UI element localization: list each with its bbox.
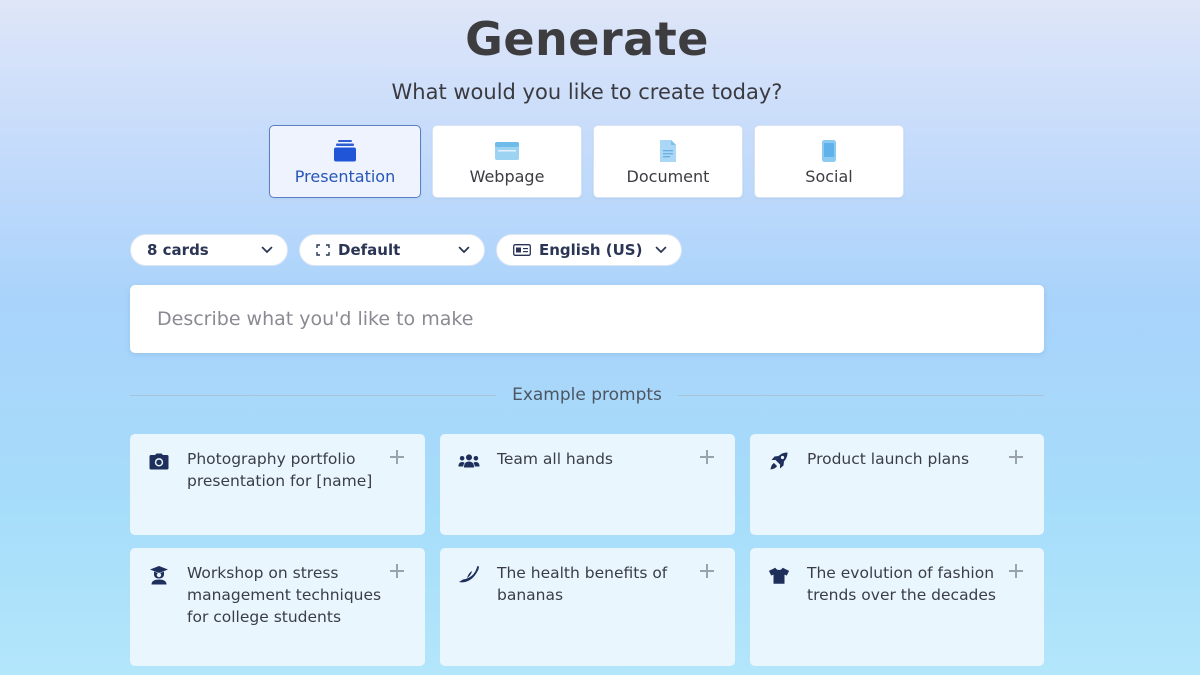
rocket-icon [768,451,790,471]
theme-value: Default [338,241,401,259]
page-subtitle: What would you like to create today? [391,80,783,104]
example-prompts-grid: Photography portfolio presentation for [… [130,434,1044,666]
divider-line [677,394,1044,396]
chevron-down-icon [655,246,667,254]
divider-line [130,394,497,396]
type-document-button[interactable]: Document [593,125,743,198]
chevron-down-icon [261,246,273,254]
plus-icon[interactable] [1008,563,1024,579]
aspect-ratio-icon [316,244,330,256]
prompt-input[interactable] [155,307,1019,331]
plus-icon[interactable] [699,449,715,465]
plus-icon[interactable] [1008,449,1024,465]
type-presentation-button[interactable]: Presentation [269,125,421,198]
banana-icon [458,565,480,585]
tshirt-icon [768,565,790,585]
example-prompts-divider: Example prompts [130,382,1044,408]
example-prompt-card[interactable]: The health benefits of bananas [440,548,735,666]
example-prompt-text: The health benefits of bananas [497,564,668,604]
plus-icon[interactable] [389,449,405,465]
example-prompt-card[interactable]: Product launch plans [750,434,1044,535]
example-prompt-card[interactable]: Photography portfolio presentation for [… [130,434,425,535]
type-label: Social [805,166,853,186]
webpage-icon [494,138,520,164]
theme-dropdown[interactable]: Default [299,234,485,266]
prompt-container [130,285,1044,353]
type-social-button[interactable]: Social [754,125,904,198]
content-type-selector: Presentation Webpage Document Social [269,125,904,198]
type-label: Webpage [469,166,545,186]
example-prompt-text: Workshop on stress management techniques… [187,564,382,626]
camera-icon [148,451,170,471]
language-dropdown[interactable]: English (US) [496,234,682,266]
example-prompt-card[interactable]: Workshop on stress management techniques… [130,548,425,666]
example-prompt-text: Team all hands [497,450,613,468]
card-count-value: 8 cards [147,241,209,259]
example-prompt-card[interactable]: Team all hands [440,434,735,535]
example-prompt-text: Product launch plans [807,450,970,468]
example-prompt-text: The evolution of fashion trends over the… [807,564,997,604]
language-value: English (US) [539,241,643,259]
plus-icon[interactable] [699,563,715,579]
social-icon [816,138,842,164]
graduate-icon [148,565,170,585]
plus-icon[interactable] [389,563,405,579]
type-label: Document [626,166,710,186]
page-title: Generate [465,12,709,66]
card-count-dropdown[interactable]: 8 cards [130,234,288,266]
chevron-down-icon [458,246,470,254]
example-prompts-heading: Example prompts [512,385,662,405]
example-prompt-card[interactable]: The evolution of fashion trends over the… [750,548,1044,666]
language-icon [513,244,531,256]
type-label: Presentation [294,166,396,186]
type-webpage-button[interactable]: Webpage [432,125,582,198]
users-icon [458,451,480,471]
options-bar: 8 cards Default English (US) [130,234,682,266]
document-icon [655,138,681,164]
presentation-icon [332,138,358,164]
example-prompt-text: Photography portfolio presentation for [… [187,450,373,490]
